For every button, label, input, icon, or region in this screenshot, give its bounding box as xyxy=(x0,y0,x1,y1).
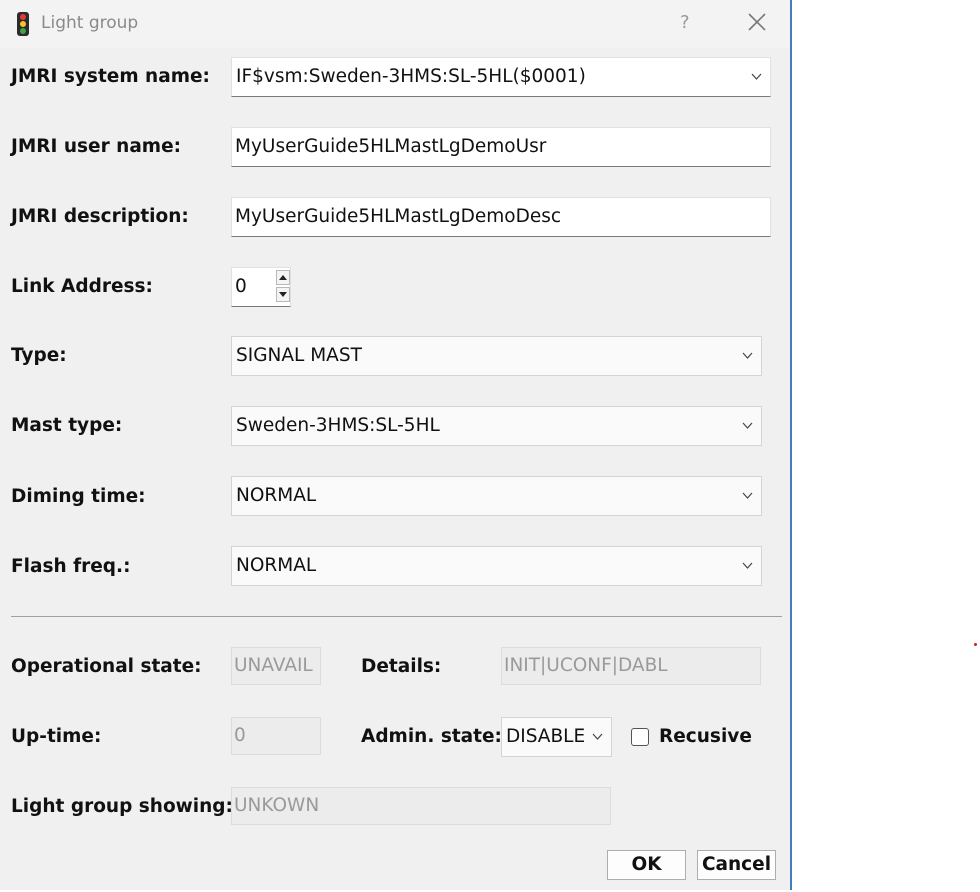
system-name-combo[interactable]: IF$vsm:Sweden-3HMS:SL-5HL($0001) xyxy=(231,57,771,97)
mast-type-combo[interactable]: Sweden-3HMS:SL-5HL xyxy=(231,406,762,446)
recursive-checkbox[interactable] xyxy=(631,728,649,746)
diming-time-combo[interactable]: NORMAL xyxy=(231,476,762,516)
chevron-down-icon xyxy=(742,352,753,359)
chevron-down-icon xyxy=(751,73,762,80)
chevron-down-icon xyxy=(592,733,603,740)
link-address-value: 0 xyxy=(235,276,247,297)
help-icon[interactable]: ? xyxy=(680,12,690,33)
cancel-button[interactable]: Cancel xyxy=(697,850,776,880)
recursive-label[interactable]: Recusive xyxy=(659,726,752,747)
user-name-label: JMRI user name: xyxy=(11,136,182,157)
description-field[interactable]: MyUserGuide5HLMastLgDemoDesc xyxy=(231,197,771,237)
title-bar: Light group ? xyxy=(0,0,790,48)
spin-up-button[interactable] xyxy=(276,270,290,285)
user-name-field[interactable]: MyUserGuide5HLMastLgDemoUsr xyxy=(231,127,771,167)
diming-time-value: NORMAL xyxy=(236,485,317,506)
spin-down-button[interactable] xyxy=(276,287,290,302)
arrow-up-icon xyxy=(279,275,287,280)
admin-state-label: Admin. state: xyxy=(361,726,502,747)
diming-time-label: Diming time: xyxy=(11,486,146,507)
details-field: INIT|UCONF|DABL xyxy=(501,647,761,685)
admin-state-value: DISABLE xyxy=(506,726,586,747)
flash-freq-value: NORMAL xyxy=(236,555,317,576)
traffic-light-icon xyxy=(17,12,29,36)
type-combo[interactable]: SIGNAL MAST xyxy=(231,336,762,376)
light-group-showing-label: Light group showing: xyxy=(11,796,233,817)
type-value: SIGNAL MAST xyxy=(236,345,362,366)
type-label: Type: xyxy=(11,345,67,366)
admin-state-combo[interactable]: DISABLE xyxy=(501,717,612,757)
close-icon[interactable] xyxy=(747,12,767,32)
description-label: JMRI description: xyxy=(11,206,189,227)
chevron-down-icon xyxy=(742,492,753,499)
flash-freq-combo[interactable]: NORMAL xyxy=(231,546,762,586)
system-name-label: JMRI system name: xyxy=(11,66,210,87)
light-group-showing-field: UNKOWN xyxy=(231,787,611,825)
mast-type-value: Sweden-3HMS:SL-5HL xyxy=(236,415,440,436)
chevron-down-icon xyxy=(742,562,753,569)
up-time-label: Up-time: xyxy=(11,726,102,747)
ok-button[interactable]: OK xyxy=(607,850,686,880)
arrow-down-icon xyxy=(279,292,287,297)
window-title: Light group xyxy=(41,13,139,33)
light-group-dialog: Light group ? JMRI system name: IF$vsm:S… xyxy=(0,0,792,890)
flash-freq-label: Flash freq.: xyxy=(11,556,131,577)
system-name-value: IF$vsm:Sweden-3HMS:SL-5HL($0001) xyxy=(236,66,586,87)
mast-type-label: Mast type: xyxy=(11,415,123,436)
link-address-spinner[interactable]: 0 xyxy=(231,267,291,307)
cursor-dot xyxy=(974,643,977,646)
operational-state-field: UNAVAIL xyxy=(231,647,321,685)
link-address-label: Link Address: xyxy=(11,276,153,297)
chevron-down-icon xyxy=(742,422,753,429)
details-label: Details: xyxy=(361,656,442,677)
operational-state-label: Operational state: xyxy=(11,656,202,677)
separator xyxy=(11,616,782,617)
up-time-field: 0 xyxy=(231,717,321,755)
